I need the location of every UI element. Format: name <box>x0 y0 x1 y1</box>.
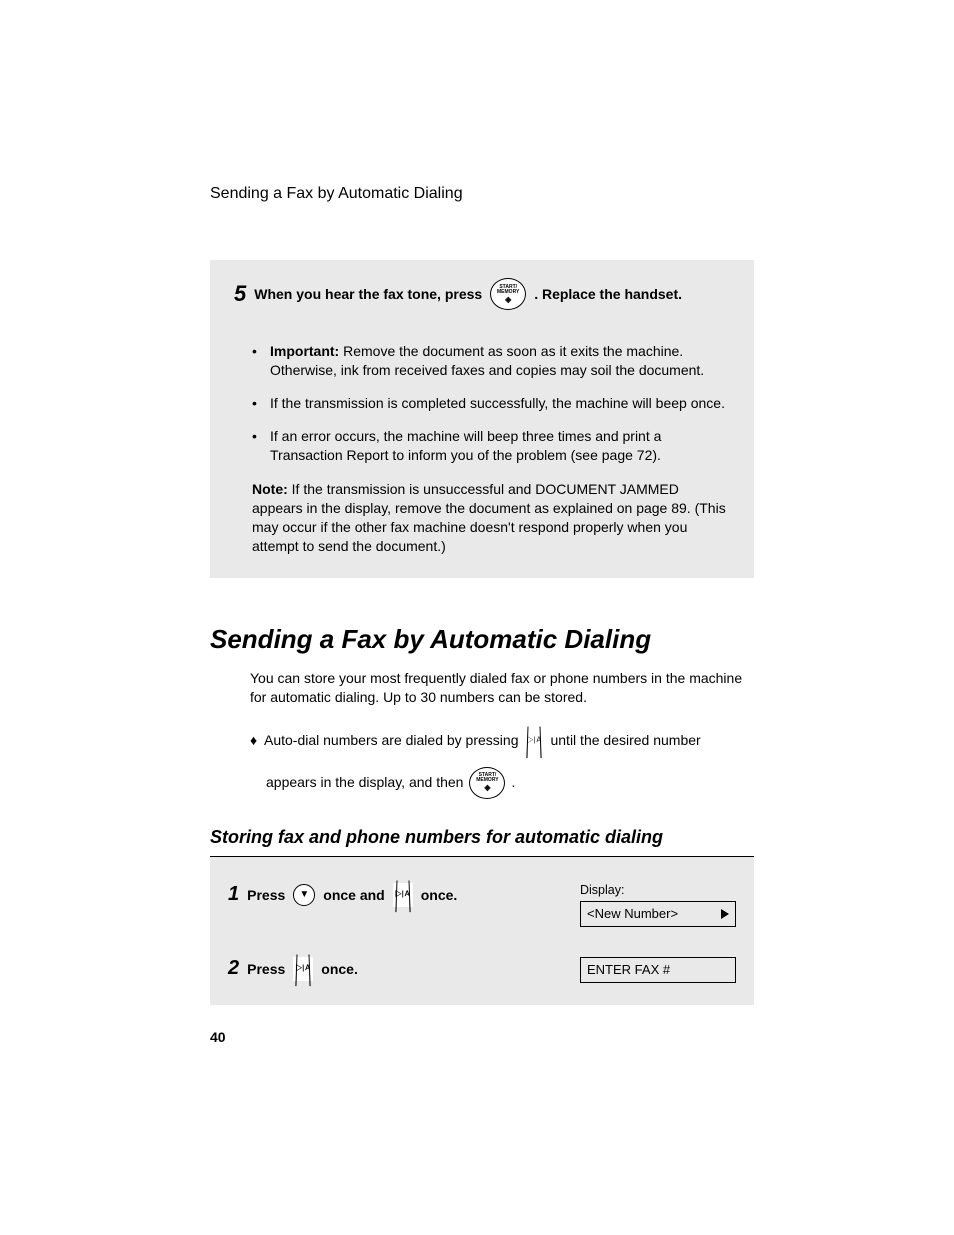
page-number: 40 <box>210 1029 226 1045</box>
step5-number: 5 <box>234 281 246 307</box>
nav-key-icon: ▷|Ａ <box>524 729 544 753</box>
list-item: If the transmission is completed success… <box>270 394 730 413</box>
page: Sending a Fax by Automatic Dialing 5 Whe… <box>0 0 954 1235</box>
step5-bullets: Important: Remove the document as soon a… <box>234 326 730 464</box>
play-right-icon <box>721 909 729 919</box>
procedure-row-1: 1 Press ▼ once and ▷|Ａ once. Display: <N… <box>228 883 736 927</box>
step5-text-after: . Replace the handset. <box>534 286 682 302</box>
display-box-1: <New Number> <box>580 901 736 927</box>
step5-row: 5 When you hear the fax tone, press STAR… <box>234 278 730 310</box>
proc1-number: 1 <box>228 883 239 906</box>
step5-text-before: When you hear the fax tone, press <box>254 286 482 302</box>
procedure-row-1-left: 1 Press ▼ once and ▷|Ａ once. <box>228 883 570 907</box>
list-item: Important: Remove the document as soon a… <box>270 342 730 380</box>
display-box-2: ENTER FAX # <box>580 957 736 983</box>
procedure-box: 1 Press ▼ once and ▷|Ａ once. Display: <N… <box>210 857 754 1005</box>
running-head: Sending a Fax by Automatic Dialing <box>210 185 463 203</box>
subheading: Storing fax and phone numbers for automa… <box>210 827 754 848</box>
intro-text: You can store your most frequently diale… <box>210 669 754 707</box>
procedure-row-2: 2 Press ▷|Ａ once. ENTER FAX # <box>228 957 736 983</box>
section-heading: Sending a Fax by Automatic Dialing <box>210 624 754 655</box>
nav-key-icon: ▷|Ａ <box>393 883 413 907</box>
procedure-row-2-left: 2 Press ▷|Ａ once. <box>228 957 570 981</box>
start-memory-icon: START/ MEMORY ◈ <box>490 278 526 310</box>
list-item: If an error occurs, the machine will bee… <box>270 427 730 465</box>
display-label: Display: <box>580 883 736 897</box>
proc2-number: 2 <box>228 957 239 980</box>
triangle-key-icon: ▼ <box>293 884 315 906</box>
display-column-2: ENTER FAX # <box>580 957 736 983</box>
start-memory-icon: START/ MEMORY ◈ <box>469 767 505 799</box>
step5-note: Note: If the transmission is unsuccessfu… <box>234 480 730 556</box>
diamond-bullet-icon: ♦ <box>250 731 258 751</box>
nav-key-icon: ▷|Ａ <box>293 957 313 981</box>
step5-box: 5 When you hear the fax tone, press STAR… <box>210 260 754 578</box>
auto-dial-paragraph-2: appears in the display, and then START/ … <box>210 767 754 799</box>
display-column-1: Display: <New Number> <box>580 883 736 927</box>
auto-dial-paragraph: ♦ Auto-dial numbers are dialed by pressi… <box>210 729 754 753</box>
